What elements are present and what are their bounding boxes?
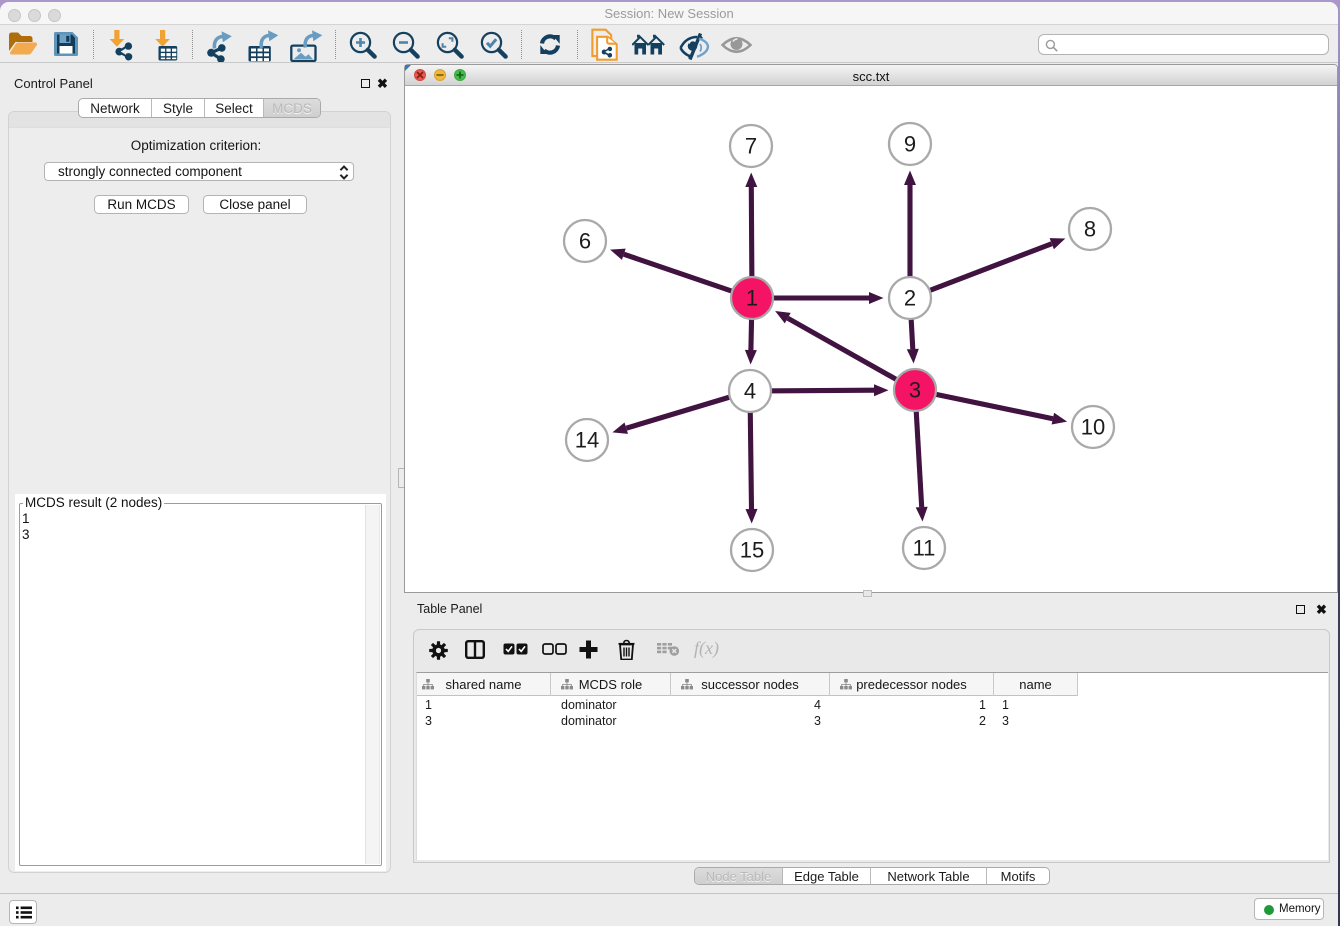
svg-text:11: 11	[913, 536, 936, 561]
svg-text:14: 14	[575, 428, 599, 453]
svg-text:4: 4	[744, 379, 756, 404]
svg-text:1: 1	[746, 286, 758, 311]
svg-text:2: 2	[904, 286, 916, 311]
svg-text:9: 9	[904, 132, 916, 157]
svg-text:3: 3	[909, 378, 921, 403]
svg-text:15: 15	[740, 538, 764, 563]
svg-text:8: 8	[1084, 217, 1096, 242]
svg-text:7: 7	[745, 134, 757, 159]
svg-text:10: 10	[1081, 415, 1105, 440]
svg-text:6: 6	[579, 229, 591, 254]
